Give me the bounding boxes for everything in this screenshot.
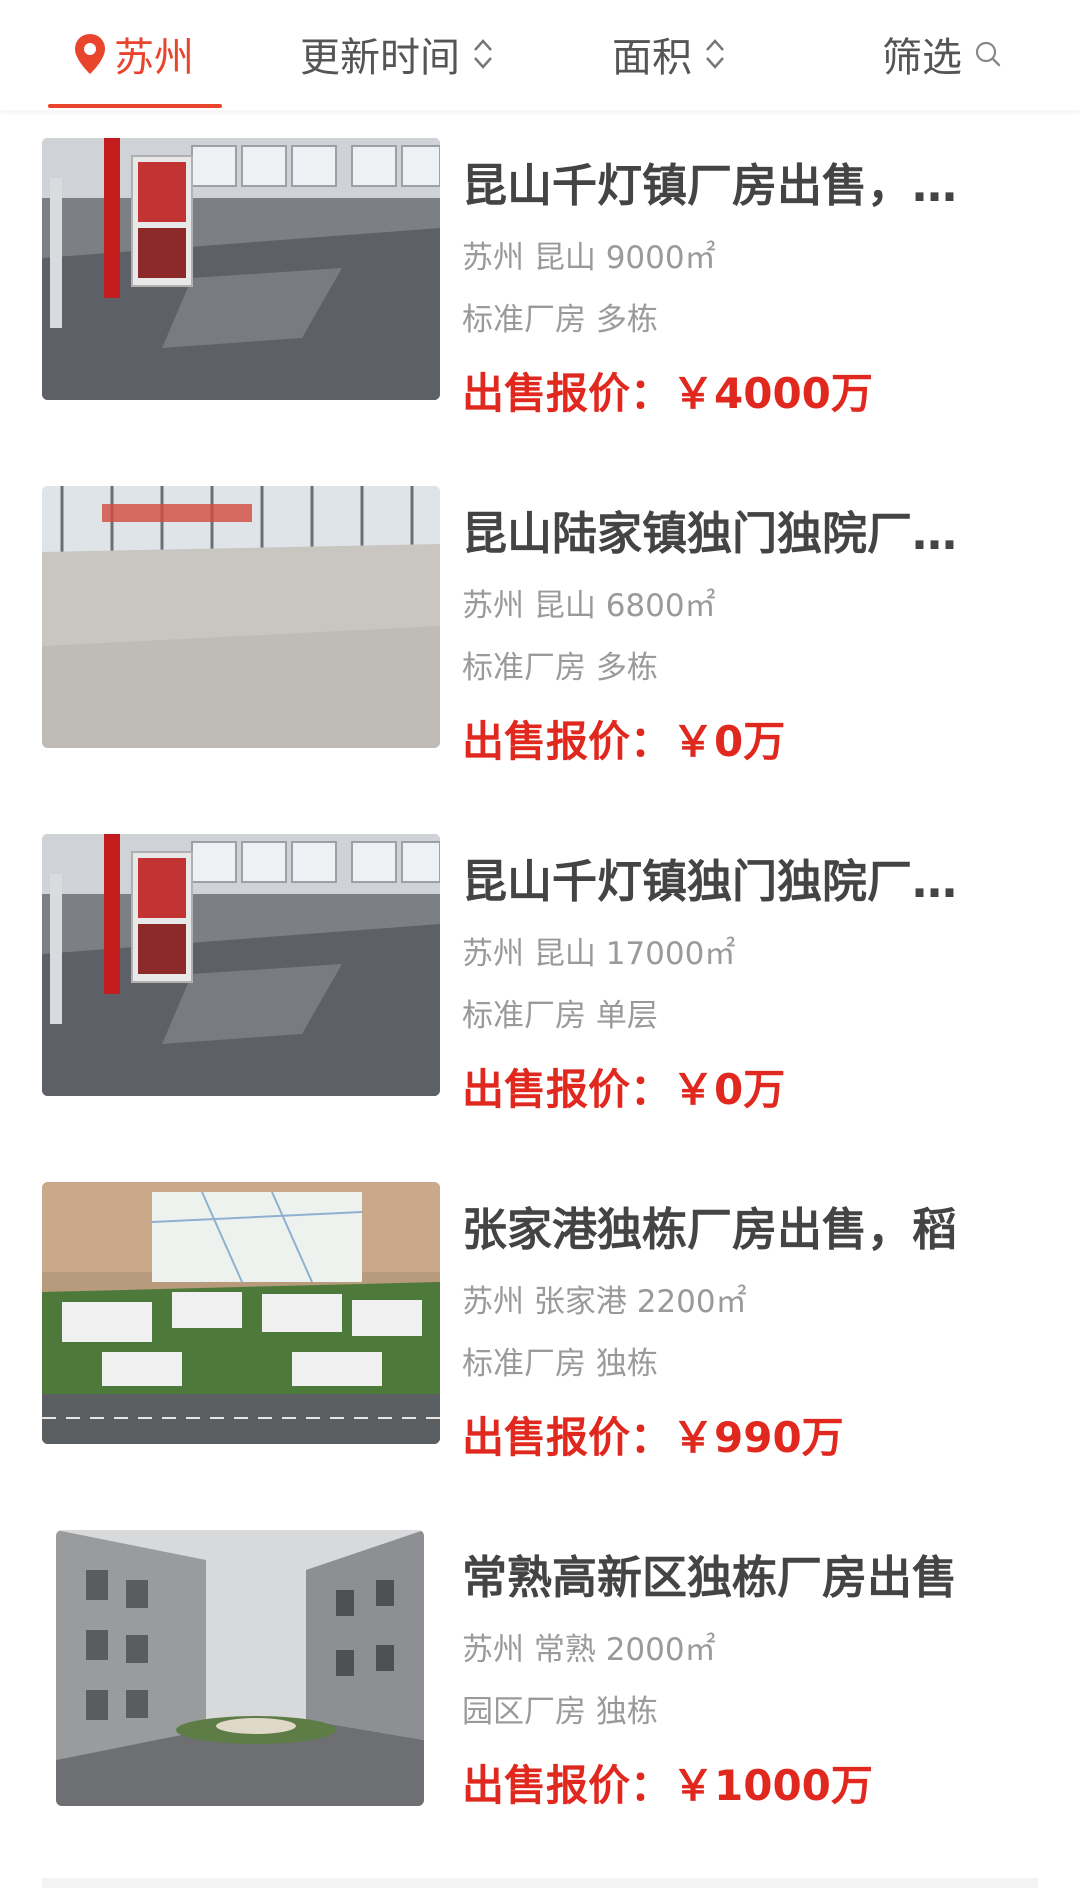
price-label: 出售报价： [462, 1761, 673, 1810]
sort-time-label: 更新时间 [300, 35, 460, 81]
listing-card[interactable]: 昆山千灯镇厂房出售，建筑面积9000平方 苏州 昆山 9000㎡ 标准厂房 多栋… [0, 138, 1080, 428]
listing-price: 出售报价：￥4000万 [462, 366, 873, 422]
listing-card[interactable]: 张家港独栋厂房出售，稻 苏州 张家港 2200㎡ 标准厂房 独栋 出售报价：￥9… [0, 1182, 1080, 1472]
city-selector[interactable]: 苏州 [72, 22, 194, 86]
filter-bar: 苏州 更新时间 面积 筛选 [0, 0, 1080, 110]
listing-card[interactable]: 昆山陆家镇独门独院厂房出售 苏州 昆山 6800㎡ 标准厂房 多栋 出售报价：￥… [0, 486, 1080, 776]
listing-location-area: 苏州 昆山 9000㎡ [462, 240, 716, 276]
price-value: ￥0万 [672, 1065, 786, 1114]
listing-photo [42, 486, 440, 748]
location-pin-icon [75, 34, 105, 74]
listing-location-area: 苏州 昆山 17000㎡ [462, 936, 736, 972]
price-value: ￥990万 [672, 1413, 844, 1462]
listing-tags: 标准厂房 单层 [462, 998, 658, 1034]
listing-title: 昆山千灯镇独门独院厂房出售 [462, 855, 1002, 908]
listing-location-area: 苏州 常熟 2000㎡ [462, 1632, 716, 1668]
listing-tags: 标准厂房 多栋 [462, 302, 658, 338]
listing-photo [42, 138, 440, 400]
search-icon [975, 41, 1001, 67]
active-tab-underline [48, 104, 222, 108]
filter-button[interactable]: 筛选 [882, 22, 1002, 86]
listing-tags: 标准厂房 独栋 [462, 1346, 658, 1382]
price-value: ￥0万 [672, 717, 786, 766]
listing-location-area: 苏州 昆山 6800㎡ [462, 588, 716, 624]
sort-area-label: 面积 [612, 35, 692, 81]
price-label: 出售报价： [462, 717, 673, 766]
price-value: ￥4000万 [672, 369, 873, 418]
listing-title: 昆山陆家镇独门独院厂房出售 [462, 507, 1002, 560]
listing-location-area: 苏州 张家港 2200㎡ [462, 1284, 747, 1320]
listing-photo [42, 1182, 440, 1444]
price-value: ￥1000万 [672, 1761, 873, 1810]
listing-price: 出售报价：￥0万 [462, 1062, 785, 1118]
listing-title: 张家港独栋厂房出售，稻 [462, 1203, 958, 1256]
price-label: 出售报价： [462, 1065, 673, 1114]
listing-title: 常熟高新区独栋厂房出售 [462, 1551, 958, 1604]
listing-photo [56, 1530, 424, 1806]
listing-photo [42, 834, 440, 1096]
sort-by-area[interactable]: 面积 [612, 22, 728, 86]
price-label: 出售报价： [462, 369, 673, 418]
next-card-edge [42, 1878, 1038, 1888]
city-label: 苏州 [114, 35, 194, 81]
listing-title: 昆山千灯镇厂房出售，建筑面积9000平方 [462, 159, 1002, 212]
price-label: 出售报价： [462, 1413, 673, 1462]
listing-price: 出售报价：￥1000万 [462, 1758, 873, 1814]
listing-card[interactable]: 常熟高新区独栋厂房出售 苏州 常熟 2000㎡ 园区厂房 独栋 出售报价：￥10… [0, 1530, 1080, 1820]
listing-card[interactable]: 昆山千灯镇独门独院厂房出售 苏州 昆山 17000㎡ 标准厂房 单层 出售报价：… [0, 834, 1080, 1124]
sort-by-update-time[interactable]: 更新时间 [300, 22, 496, 86]
sort-updown-icon [706, 39, 724, 69]
listing-price: 出售报价：￥0万 [462, 714, 785, 770]
listing-price: 出售报价：￥990万 [462, 1410, 844, 1466]
sort-updown-icon [474, 39, 492, 69]
listing-tags: 标准厂房 多栋 [462, 650, 658, 686]
listing-tags: 园区厂房 独栋 [462, 1694, 658, 1730]
filter-label: 筛选 [882, 35, 962, 81]
